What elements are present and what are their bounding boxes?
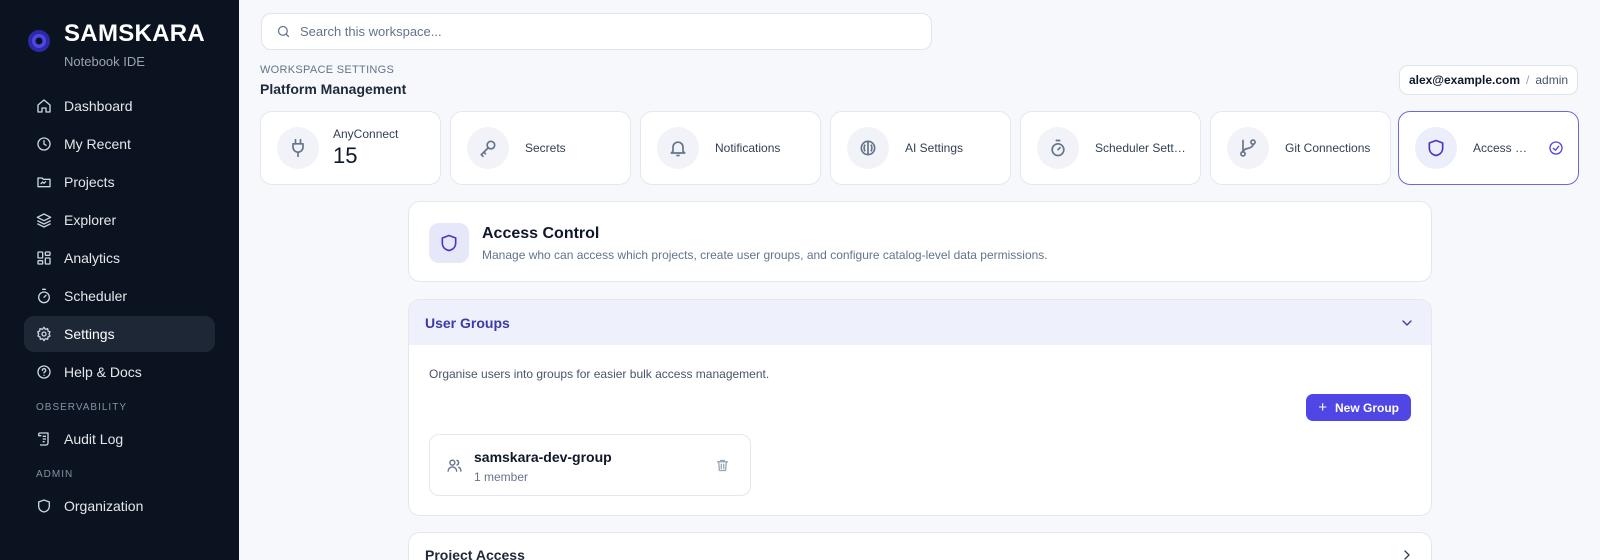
check-circle-icon <box>1549 141 1563 155</box>
card-icon-wrap <box>657 127 699 169</box>
search-input[interactable] <box>300 24 900 39</box>
user-groups-description: Organise users into groups for easier bu… <box>429 367 770 381</box>
card-label: Scheduler Settings <box>1095 141 1187 155</box>
timer-icon <box>38 288 50 304</box>
sidebar-item-label: My Recent <box>64 136 131 152</box>
card-secrets[interactable]: Secrets <box>450 111 631 185</box>
user-pill[interactable]: alex@example.com / admin <box>1399 65 1578 95</box>
card-icon-wrap <box>277 127 319 169</box>
folder-icon <box>37 177 51 188</box>
project-access-panel[interactable]: Project Access <box>408 532 1432 560</box>
card-stack: AnyConnect 15 <box>333 127 398 169</box>
card-notifications[interactable]: Notifications <box>640 111 821 185</box>
page-title: Platform Management <box>260 81 407 97</box>
sidebar-item-label: Settings <box>64 326 115 342</box>
timer-icon <box>1051 139 1065 157</box>
home-icon <box>37 99 51 113</box>
sidebar-item-label: Audit Log <box>64 431 124 447</box>
card-count: 15 <box>333 143 358 168</box>
sidebar-item-explorer[interactable]: Explorer <box>24 202 215 238</box>
user-groups-title: User Groups <box>425 314 510 331</box>
sidebar-item-my-recent[interactable]: My Recent <box>24 126 215 162</box>
sidebar-item-label: Projects <box>64 174 115 190</box>
section-eyebrow: WORKSPACE SETTINGS <box>260 64 395 76</box>
brand-title: SAMSKARA <box>64 20 206 47</box>
section-admin: ADMIN <box>36 469 74 480</box>
sidebar-item-label: Scheduler <box>64 288 128 304</box>
card-label: AI Settings <box>905 141 964 155</box>
sidebar-item-label: Explorer <box>64 212 117 228</box>
scroll-icon <box>38 432 49 446</box>
user-groups-panel: User Groups Organise users into groups f… <box>408 299 1432 516</box>
git-branch-icon <box>1240 139 1256 157</box>
card-icon-wrap <box>1415 127 1457 169</box>
card-ai-settings[interactable]: AI Settings <box>830 111 1011 185</box>
card-access-control[interactable]: Access Control <box>1398 111 1579 185</box>
settings-cards: AnyConnect 15 Secrets Notifications AI S… <box>260 111 1580 185</box>
card-label: Access Control <box>1473 141 1531 155</box>
shield-icon <box>1428 139 1444 157</box>
help-icon <box>37 365 51 379</box>
card-label: Notifications <box>715 141 781 155</box>
sidebar-item-audit-log[interactable]: Audit Log <box>24 421 215 457</box>
card-label: Git Connections <box>1285 141 1371 155</box>
user-email: alex@example.com <box>1408 73 1521 87</box>
access-control-badge <box>429 223 469 263</box>
shield-icon <box>441 234 457 252</box>
sidebar-item-scheduler[interactable]: Scheduler <box>24 278 215 314</box>
search-bar[interactable] <box>261 13 932 50</box>
card-icon-wrap <box>467 127 509 169</box>
brain-icon <box>860 140 876 156</box>
brand-subtitle: Notebook IDE <box>64 54 145 69</box>
sidebar-nav: Dashboard My Recent Projects Explorer An… <box>24 88 215 526</box>
card-anyconnect[interactable]: AnyConnect 15 <box>260 111 441 185</box>
sidebar-item-organization[interactable]: Organization <box>24 488 215 524</box>
sidebar-item-label: Analytics <box>64 250 121 266</box>
sidebar-item-projects[interactable]: Projects <box>24 164 215 200</box>
group-member-count: 1 member <box>474 470 529 484</box>
sidebar-item-settings[interactable]: Settings <box>24 316 215 352</box>
key-icon <box>480 140 496 158</box>
user-groups-header[interactable]: User Groups <box>409 300 1431 345</box>
sidebar-item-help[interactable]: Help & Docs <box>24 354 215 390</box>
logo-icon <box>28 30 50 52</box>
new-group-button[interactable]: + New Group <box>1306 394 1411 421</box>
chevron-right-icon <box>1404 550 1410 560</box>
plus-icon: + <box>1318 399 1327 416</box>
users-icon <box>447 459 462 472</box>
search-icon <box>277 25 290 38</box>
sidebar-item-label: Dashboard <box>64 98 133 114</box>
clock-icon <box>37 137 51 151</box>
gear-icon <box>37 326 51 342</box>
shield-icon <box>38 499 50 513</box>
card-label: Secrets <box>525 141 566 155</box>
layers-icon <box>36 213 52 228</box>
sidebar-item-label: Organization <box>64 498 144 514</box>
chevron-down-icon <box>1402 320 1412 326</box>
new-group-label: New Group <box>1334 400 1399 415</box>
section-observability: OBSERVABILITY <box>36 402 127 413</box>
group-name: samskara-dev-group <box>474 449 612 465</box>
card-scheduler-settings[interactable]: Scheduler Settings <box>1020 111 1201 185</box>
access-control-header: Access Control Manage who can access whi… <box>408 201 1432 282</box>
project-access-title: Project Access <box>425 547 525 560</box>
card-icon-wrap <box>847 127 889 169</box>
user-separator: / <box>1526 73 1530 87</box>
sidebar-item-label: Help & Docs <box>64 364 142 380</box>
bell-icon <box>670 141 686 157</box>
card-icon-wrap <box>1227 127 1269 169</box>
group-card[interactable]: samskara-dev-group 1 member <box>429 434 751 496</box>
trash-icon[interactable] <box>715 458 730 473</box>
card-label: AnyConnect <box>333 127 399 141</box>
user-role: admin <box>1535 73 1569 87</box>
grid-icon <box>37 251 51 265</box>
plug-icon <box>292 138 304 158</box>
access-control-title: Access Control <box>482 225 600 242</box>
sidebar-item-analytics[interactable]: Analytics <box>24 240 215 276</box>
card-icon-wrap <box>1037 127 1079 169</box>
access-control-description: Manage who can access which projects, cr… <box>482 248 1048 262</box>
sidebar-item-dashboard[interactable]: Dashboard <box>24 88 215 124</box>
sidebar: SAMSKARA Notebook IDE Dashboard My Recen… <box>0 0 239 560</box>
card-git-connections[interactable]: Git Connections <box>1210 111 1391 185</box>
